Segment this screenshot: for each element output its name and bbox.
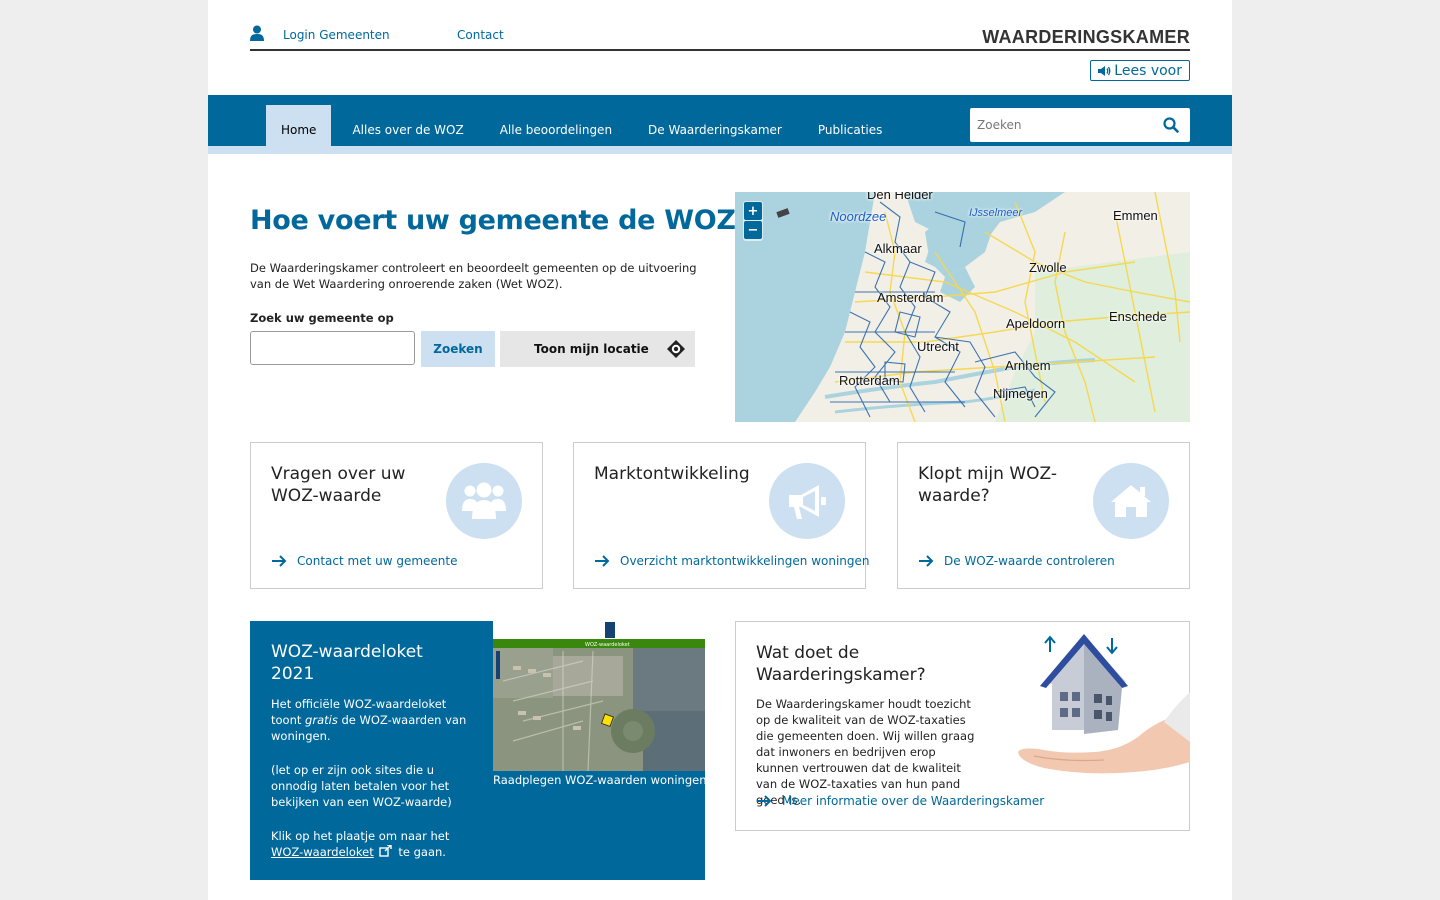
- card-title: Vragen over uw WOZ-waarde: [271, 464, 406, 506]
- users-icon: [446, 463, 522, 539]
- nav-item-alle-beoordelingen[interactable]: Alle beoordelingen: [482, 105, 630, 154]
- municipality-map[interactable]: + − Den Helder Noordzee IJsselmeer Emmen…: [735, 192, 1190, 422]
- card-vragen-woz[interactable]: Vragen over uw WOZ-waarde Contact met uw…: [250, 442, 543, 589]
- gemeente-search-button[interactable]: Zoeken: [421, 331, 495, 367]
- arrow-right-icon: [757, 795, 772, 807]
- megaphone-icon: [769, 463, 845, 539]
- map-label: Enschede: [1109, 309, 1167, 324]
- loket-text-fragment: te gaan.: [394, 845, 446, 859]
- map-label: Alkmaar: [874, 241, 922, 256]
- map-label: Nijmegen: [993, 386, 1048, 401]
- top-links: Login Gemeenten Contact WAARDERINGSKAMER: [250, 24, 1190, 51]
- map-label: Noordzee: [830, 209, 887, 224]
- map-zoom-control: + −: [743, 201, 763, 241]
- site-search-input[interactable]: [970, 108, 1155, 142]
- arrow-right-icon: [595, 555, 610, 567]
- screenshot-title: WOZ-waardeloket: [585, 642, 630, 648]
- intro-text: De Waarderingskamer controleert en beoor…: [250, 261, 697, 291]
- gemeente-search-label: Zoek uw gemeente op: [250, 311, 394, 325]
- show-location-label: Toon mijn locatie: [534, 342, 649, 356]
- user-icon: [250, 25, 264, 41]
- map-zoom-out-button[interactable]: −: [744, 221, 762, 239]
- map-label: Apeldoorn: [1006, 316, 1066, 331]
- loket-text-fragment: Klik op het plaatje om naar het: [271, 829, 450, 843]
- page: Login Gemeenten Contact WAARDERINGSKAMER…: [208, 0, 1232, 900]
- page-title: Hoe voert uw gemeente de WOZ uit?: [250, 205, 801, 236]
- aerial-photo-image: WOZ-waardeloket: [493, 621, 705, 771]
- map-label: Emmen: [1113, 208, 1158, 223]
- map-label: Utrecht: [917, 339, 959, 354]
- card-link[interactable]: Overzicht marktontwikkelingen woningen: [594, 554, 870, 568]
- woz-waardeloket-panel: WOZ-waardeloket 2021 Het officiële WOZ-w…: [250, 621, 707, 880]
- map-canvas: [776, 192, 1190, 422]
- map-label: Zwolle: [1029, 260, 1067, 275]
- gemeente-search-input[interactable]: [250, 331, 415, 365]
- read-aloud-button[interactable]: Lees voor: [1090, 60, 1190, 81]
- contact-link[interactable]: Contact: [457, 28, 504, 42]
- woz-waardeloket-link[interactable]: WOZ-waardeloket: [271, 845, 374, 859]
- map-label: Arnhem: [1005, 358, 1051, 373]
- map-label: Amsterdam: [877, 290, 944, 305]
- loket-caption[interactable]: Raadplegen WOZ-waarden woningen: [493, 773, 707, 787]
- main-nav: Home Alles over de WOZ Alle beoordelinge…: [208, 95, 1232, 154]
- site-title: WAARDERINGSKAMER: [982, 27, 1190, 47]
- house-in-hand-image: [1018, 634, 1190, 774]
- card-title: Klopt mijn WOZ-waarde?: [918, 464, 1057, 506]
- arrow-right-icon: [272, 555, 287, 567]
- show-location-button[interactable]: Toon mijn locatie: [500, 331, 695, 367]
- loket-text-emphasis: gratis: [305, 713, 338, 727]
- meer-informatie-link[interactable]: Meer informatie over de Waarderingskamer: [756, 794, 1044, 808]
- map-zoom-in-button[interactable]: +: [744, 202, 762, 220]
- map-label: IJsselmeer: [969, 207, 1023, 219]
- loket-title: WOZ-waardeloket 2021: [271, 642, 423, 684]
- card-link-label: Overzicht marktontwikkelingen woningen: [620, 554, 870, 568]
- nav-item-publicaties[interactable]: Publicaties: [800, 105, 901, 154]
- nav-item-alles-over-de-woz[interactable]: Alles over de WOZ: [334, 105, 481, 154]
- loket-paragraph: Klik op het plaatje om naar het WOZ-waar…: [271, 828, 471, 860]
- card-link-label: Contact met uw gemeente: [297, 554, 458, 568]
- card-klopt-woz[interactable]: Klopt mijn WOZ-waarde? De WOZ-waarde con…: [897, 442, 1190, 589]
- read-aloud-label: Lees voor: [1114, 62, 1182, 79]
- nav-item-home[interactable]: Home: [266, 105, 332, 154]
- wat-title: Wat doet de Waarderingskamer?: [756, 643, 926, 685]
- map-label: Rotterdam: [839, 373, 900, 388]
- nav-items: Home Alles over de WOZ Alle beoordelinge…: [266, 105, 900, 154]
- search-icon[interactable]: [1163, 117, 1179, 133]
- loket-paragraph: Het officiële WOZ-waardeloket toont grat…: [271, 696, 471, 744]
- login-gemeenten-link[interactable]: Login Gemeenten: [283, 28, 390, 42]
- card-marktontwikkeling[interactable]: Marktontwikkeling Overzicht marktontwikk…: [573, 442, 870, 589]
- wat-text: De Waarderingskamer houdt toezicht op de…: [756, 697, 975, 807]
- card-link[interactable]: Contact met uw gemeente: [271, 554, 457, 568]
- site-search: [970, 108, 1190, 142]
- speaker-icon: [1098, 65, 1111, 76]
- loket-paragraph: (let op er zijn ook sites die u onnodig …: [271, 763, 452, 809]
- crosshair-icon: [667, 340, 685, 358]
- wat-doet-panel: Wat doet de Waarderingskamer? De Waarder…: [735, 621, 1190, 831]
- map-label: Den Helder: [867, 192, 933, 202]
- card-link[interactable]: De WOZ-waarde controleren: [918, 554, 1115, 568]
- nav-item-de-waarderingskamer[interactable]: De Waarderingskamer: [630, 105, 800, 154]
- card-link-label: De WOZ-waarde controleren: [944, 554, 1115, 568]
- woz-waardeloket-screenshot[interactable]: WOZ-waardeloket: [493, 621, 705, 771]
- card-title: Marktontwikkeling: [594, 464, 750, 484]
- home-icon: [1093, 463, 1169, 539]
- meer-informatie-label: Meer informatie over de Waarderingskamer: [782, 794, 1045, 808]
- loket-text: Het officiële WOZ-waardeloket toont grat…: [271, 696, 471, 878]
- external-link-icon: [379, 844, 392, 857]
- arrow-right-icon: [919, 555, 934, 567]
